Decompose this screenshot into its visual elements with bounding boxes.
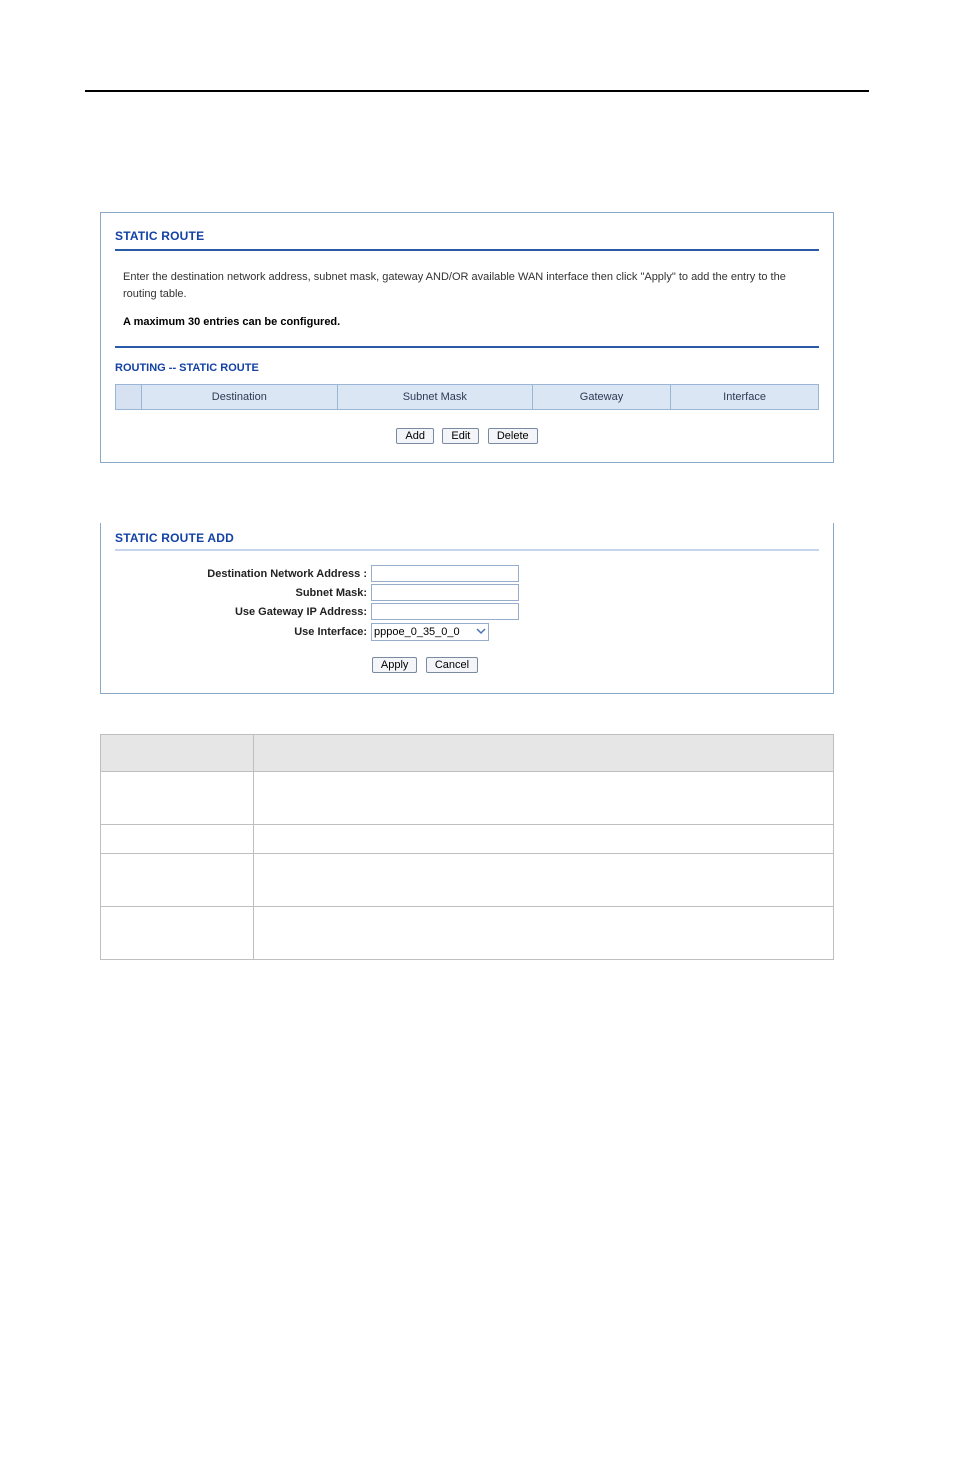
static-route-panel: STATIC ROUTE Enter the destination netwo… xyxy=(100,212,834,463)
col-gateway: Gateway xyxy=(532,385,670,410)
col-field xyxy=(101,735,254,772)
cell xyxy=(254,854,834,907)
cancel-button[interactable]: Cancel xyxy=(426,657,478,673)
route-table: Destination Subnet Mask Gateway Interfac… xyxy=(115,384,819,410)
static-route-description: Enter the destination network address, s… xyxy=(123,269,817,302)
subnet-mask-input[interactable] xyxy=(371,584,519,601)
col-select xyxy=(116,385,142,410)
delete-button[interactable]: Delete xyxy=(488,428,538,444)
table-row xyxy=(101,854,834,907)
page: STATIC ROUTE Enter the destination netwo… xyxy=(0,0,954,1470)
table-header-row: Destination Subnet Mask Gateway Interfac… xyxy=(116,385,819,410)
table-row xyxy=(101,735,834,772)
cell xyxy=(254,825,834,854)
gateway-ip-input[interactable] xyxy=(371,603,519,620)
edit-button[interactable]: Edit xyxy=(442,428,479,444)
static-route-add-panel: STATIC ROUTE ADD Destination Network Add… xyxy=(100,523,834,694)
divider xyxy=(115,549,819,551)
cell xyxy=(101,825,254,854)
divider xyxy=(115,249,819,251)
max-entries-note: A maximum 30 entries can be configured. xyxy=(123,316,819,328)
label-gateway-ip: Use Gateway IP Address: xyxy=(115,606,371,618)
form-row-interface: Use Interface: pppoe_0_35_0_0 xyxy=(115,622,819,641)
header-divider xyxy=(85,90,869,92)
cell xyxy=(101,854,254,907)
cell xyxy=(254,907,834,960)
destination-address-input[interactable] xyxy=(371,565,519,582)
static-route-add-title: STATIC ROUTE ADD xyxy=(115,531,819,545)
description-table xyxy=(100,734,834,960)
label-subnet-mask: Subnet Mask: xyxy=(115,587,371,599)
interface-select[interactable]: pppoe_0_35_0_0 xyxy=(371,623,489,641)
label-use-interface: Use Interface: xyxy=(115,626,371,638)
col-destination: Destination xyxy=(141,385,337,410)
col-subnet-mask: Subnet Mask xyxy=(337,385,532,410)
table-row xyxy=(101,772,834,825)
table-row xyxy=(101,907,834,960)
label-destination-address: Destination Network Address : xyxy=(115,568,371,580)
table-row xyxy=(101,825,834,854)
divider xyxy=(115,346,819,348)
col-desc xyxy=(254,735,834,772)
table-button-row: Add Edit Delete xyxy=(115,426,819,444)
form-row-gateway: Use Gateway IP Address: xyxy=(115,603,819,620)
routing-subhead: ROUTING -- STATIC ROUTE xyxy=(115,362,819,374)
static-route-title: STATIC ROUTE xyxy=(115,229,819,243)
form-button-row: Apply Cancel xyxy=(225,655,625,673)
add-button[interactable]: Add xyxy=(396,428,434,444)
form-row-mask: Subnet Mask: xyxy=(115,584,819,601)
form-row-dest: Destination Network Address : xyxy=(115,565,819,582)
apply-button[interactable]: Apply xyxy=(372,657,418,673)
cell xyxy=(101,907,254,960)
cell xyxy=(254,772,834,825)
col-interface: Interface xyxy=(671,385,819,410)
cell xyxy=(101,772,254,825)
